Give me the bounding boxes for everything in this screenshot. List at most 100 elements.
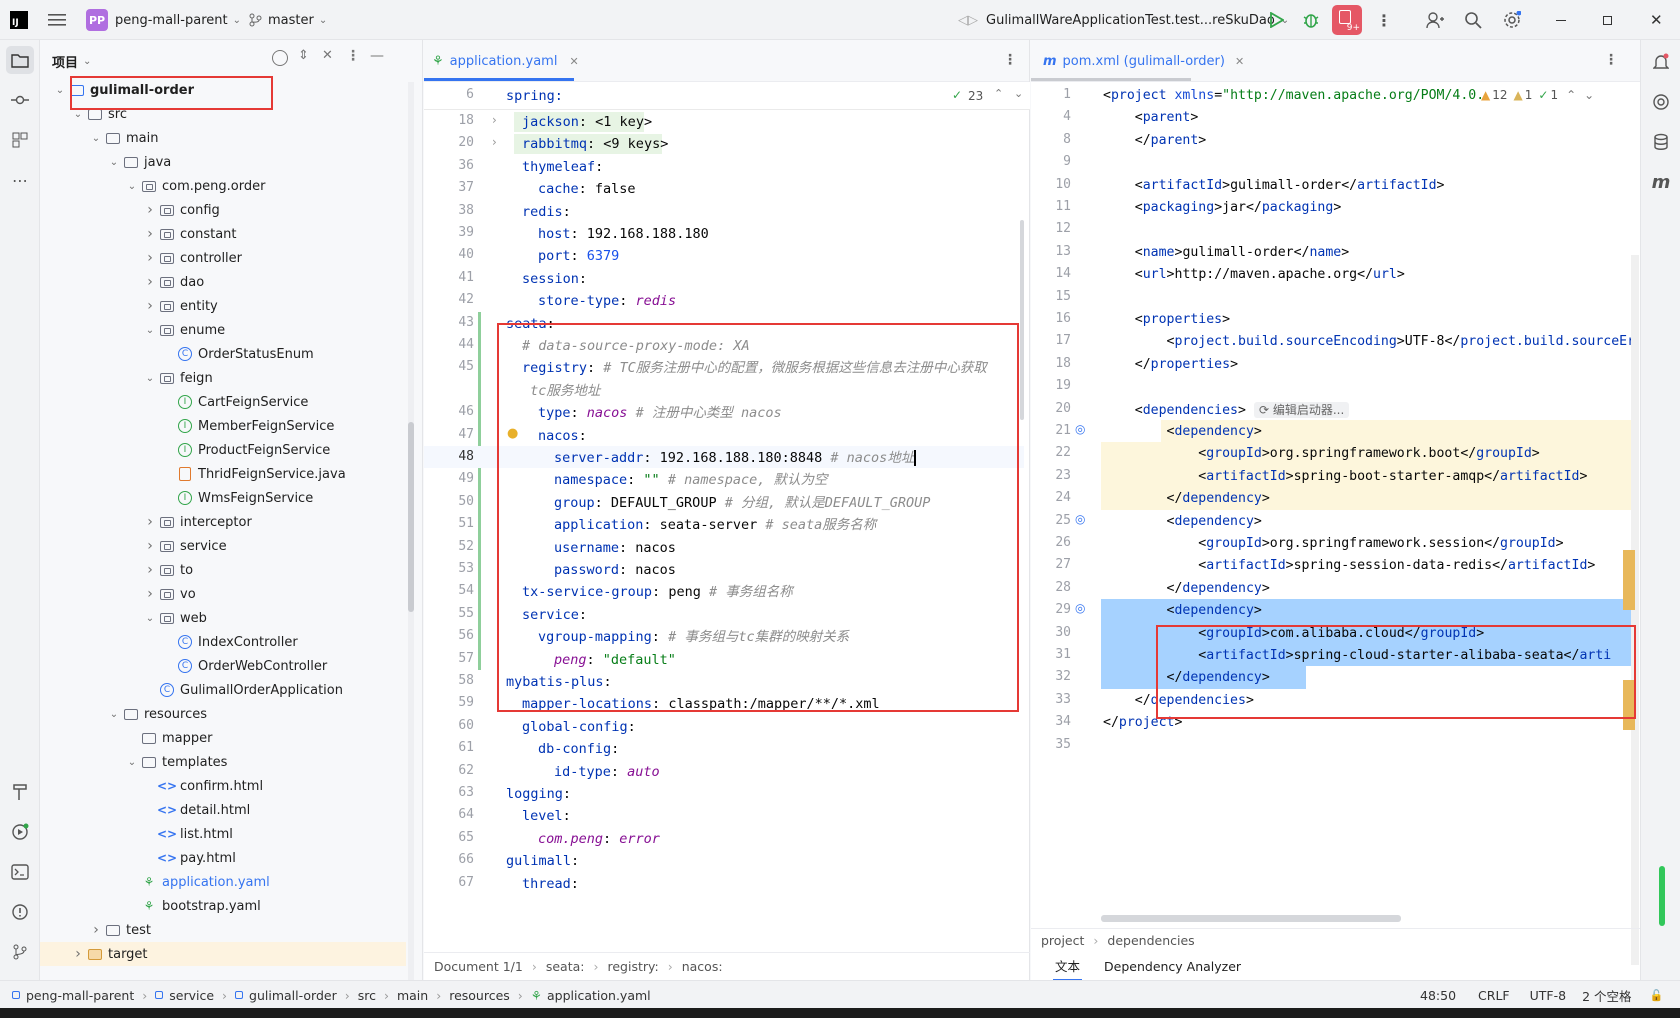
dependency-gutter-icon[interactable]: ◎ xyxy=(1075,512,1085,526)
editor-vscrollbar[interactable] xyxy=(1020,220,1024,420)
status-path-item[interactable]: application.yaml xyxy=(547,988,651,1003)
pom-inspection-widget[interactable]: ▲ 12 ▲ 1 ✓ 1 ⌃ ⌄ xyxy=(1481,84,1631,106)
tree-item[interactable]: › to xyxy=(40,558,412,582)
close-tab-icon[interactable]: ✕ xyxy=(569,55,578,68)
status-path-item[interactable]: service xyxy=(169,988,214,1003)
tree-item[interactable]: I CartFeignService xyxy=(40,390,412,414)
ide-logo[interactable]: IJ xyxy=(10,0,28,40)
add-user-icon[interactable] xyxy=(1426,0,1444,40)
locate-file-icon[interactable] xyxy=(272,50,288,66)
tree-item[interactable]: › target xyxy=(40,942,406,966)
fold-arrow-icon[interactable]: › xyxy=(492,135,497,149)
editor-options-icon[interactable]: ⋮ xyxy=(1003,52,1017,68)
tree-item[interactable]: › service xyxy=(40,534,412,558)
tree-item[interactable]: ⌄ java xyxy=(40,150,412,174)
tree-item[interactable]: C GulimallOrderApplication xyxy=(40,678,412,702)
breadcrumb-item[interactable]: Document 1/1 xyxy=(434,959,523,974)
prev-highlight-icon[interactable]: ⌃ xyxy=(994,87,1003,100)
debug-icon[interactable] xyxy=(1302,0,1320,40)
problems-tool-icon[interactable] xyxy=(6,898,34,926)
commit-tool-icon[interactable] xyxy=(6,86,34,114)
tab-pom-xml[interactable]: m pom.xml (gulimall-order) ✕ xyxy=(1043,40,1244,82)
restore-icon[interactable] xyxy=(1603,0,1612,40)
main-menu-icon[interactable] xyxy=(48,0,66,40)
chevron-down-icon[interactable]: ⌄ xyxy=(88,133,104,144)
tree-item[interactable]: › entity xyxy=(40,294,412,318)
chevron-right-icon[interactable]: › xyxy=(142,514,158,530)
line-separator[interactable]: CRLF xyxy=(1478,988,1510,1003)
structure-tool-icon[interactable] xyxy=(6,126,34,154)
chevron-right-icon[interactable]: › xyxy=(88,922,104,938)
project-switcher[interactable]: PP peng-mall-parent ⌄ xyxy=(86,0,241,40)
pom-code-area[interactable]: 1 <project xmlns="http://maven.apache.org… xyxy=(1031,82,1631,920)
chevron-down-icon[interactable]: ⌄ xyxy=(70,109,86,120)
chevron-down-icon[interactable]: ⌄ xyxy=(142,613,158,624)
breadcrumb-item[interactable]: seata: xyxy=(546,959,585,974)
tab-text-view[interactable]: 文本 xyxy=(1053,952,1083,981)
status-path-item[interactable]: gulimall-order xyxy=(249,988,337,1003)
tree-item[interactable]: ⌄ resources xyxy=(40,702,412,726)
tree-item[interactable]: ThridFeignService.java xyxy=(40,462,412,486)
prev-highlight-icon[interactable]: ⌃ xyxy=(1566,88,1576,102)
chevron-down-icon[interactable]: ⌄ xyxy=(52,85,68,96)
chevron-right-icon[interactable]: › xyxy=(142,274,158,290)
tree-item[interactable]: ⌄ feign xyxy=(40,366,412,390)
status-path-item[interactable]: resources xyxy=(449,988,510,1003)
project-view-selector[interactable]: 项目 ⌄ xyxy=(52,52,91,71)
tree-item[interactable]: ⚘ bootstrap.yaml xyxy=(40,894,412,918)
chevron-right-icon[interactable]: › xyxy=(142,202,158,218)
tree-item[interactable]: › dao xyxy=(40,270,412,294)
branch-switcher[interactable]: master ⌄ xyxy=(248,0,327,40)
memory-indicator[interactable] xyxy=(1659,866,1665,926)
dependency-gutter-icon[interactable]: ◎ xyxy=(1075,422,1085,436)
git-tool-icon[interactable] xyxy=(6,938,34,966)
tree-item[interactable]: C IndexController xyxy=(40,630,412,654)
minimize-icon[interactable] xyxy=(1556,0,1566,40)
tree-item[interactable]: ⌄ com.peng.order xyxy=(40,174,412,198)
tree-item[interactable]: › controller xyxy=(40,246,412,270)
close-tab-icon[interactable]: ✕ xyxy=(1235,55,1244,68)
inspection-ok-icon[interactable]: ✓ xyxy=(952,88,962,102)
next-highlight-icon[interactable]: ⌄ xyxy=(1014,87,1023,100)
more-tools-icon[interactable]: ⋯ xyxy=(6,166,34,194)
collapse-all-icon[interactable]: ✕ xyxy=(322,48,333,63)
tree-item[interactable]: C OrderWebController xyxy=(40,654,412,678)
status-path-item[interactable]: src xyxy=(358,988,376,1003)
chevron-right-icon[interactable]: › xyxy=(142,298,158,314)
chevron-right-icon[interactable]: › xyxy=(142,538,158,554)
chevron-down-icon[interactable]: ⌄ xyxy=(106,709,122,720)
status-path-item[interactable]: main xyxy=(397,988,428,1003)
tree-item[interactable]: C OrderStatusEnum xyxy=(40,342,412,366)
tree-item[interactable]: <> pay.html xyxy=(40,846,412,870)
yaml-code-area[interactable]: › 18 jackson: <1 key> › 20 rabbitmq: <9 keys>… xyxy=(424,110,1030,942)
tree-item[interactable]: › constant xyxy=(40,222,412,246)
run-icon[interactable] xyxy=(1270,0,1284,40)
tab-application-yaml[interactable]: ⚘ application.yaml ✕ xyxy=(432,40,579,82)
chevron-right-icon[interactable]: › xyxy=(142,250,158,266)
tree-item[interactable]: ⌄ src xyxy=(40,102,412,126)
tree-item[interactable]: <> detail.html xyxy=(40,798,412,822)
settings-gear-icon[interactable] xyxy=(1503,0,1521,40)
options-icon[interactable]: ⋮ xyxy=(346,48,360,64)
tree-item[interactable]: ⌄ enume xyxy=(40,318,412,342)
status-path-item[interactable]: peng-mall-parent xyxy=(26,988,134,1003)
caret-position[interactable]: 48:50 xyxy=(1420,988,1456,1003)
breadcrumb-item[interactable]: registry: xyxy=(608,959,659,974)
lock-icon[interactable]: 🔓 xyxy=(1650,989,1664,1002)
tree-item[interactable]: › test xyxy=(40,918,412,942)
chevron-right-icon[interactable]: › xyxy=(142,226,158,242)
next-highlight-icon[interactable]: ⌄ xyxy=(1584,88,1594,102)
terminal-tool-icon[interactable] xyxy=(6,858,34,886)
hide-panel-icon[interactable]: — xyxy=(370,48,384,64)
services-tool-icon[interactable] xyxy=(6,818,34,846)
tree-item[interactable]: › config xyxy=(40,198,412,222)
chevron-right-icon[interactable]: › xyxy=(142,562,158,578)
tree-item[interactable]: ⚘ application.yaml xyxy=(40,870,412,894)
chevron-right-icon[interactable]: › xyxy=(142,586,158,602)
tree-item[interactable]: <> list.html xyxy=(40,822,412,846)
chevron-right-icon[interactable]: › xyxy=(70,946,86,962)
editor-options-icon[interactable]: ⋮ xyxy=(1604,52,1618,68)
tree-item[interactable]: <> confirm.html xyxy=(40,774,412,798)
run-config-selector[interactable]: ◁▷ GulimallWareApplicationTest.test...re… xyxy=(958,0,1289,40)
tree-item[interactable]: › interceptor xyxy=(40,510,412,534)
